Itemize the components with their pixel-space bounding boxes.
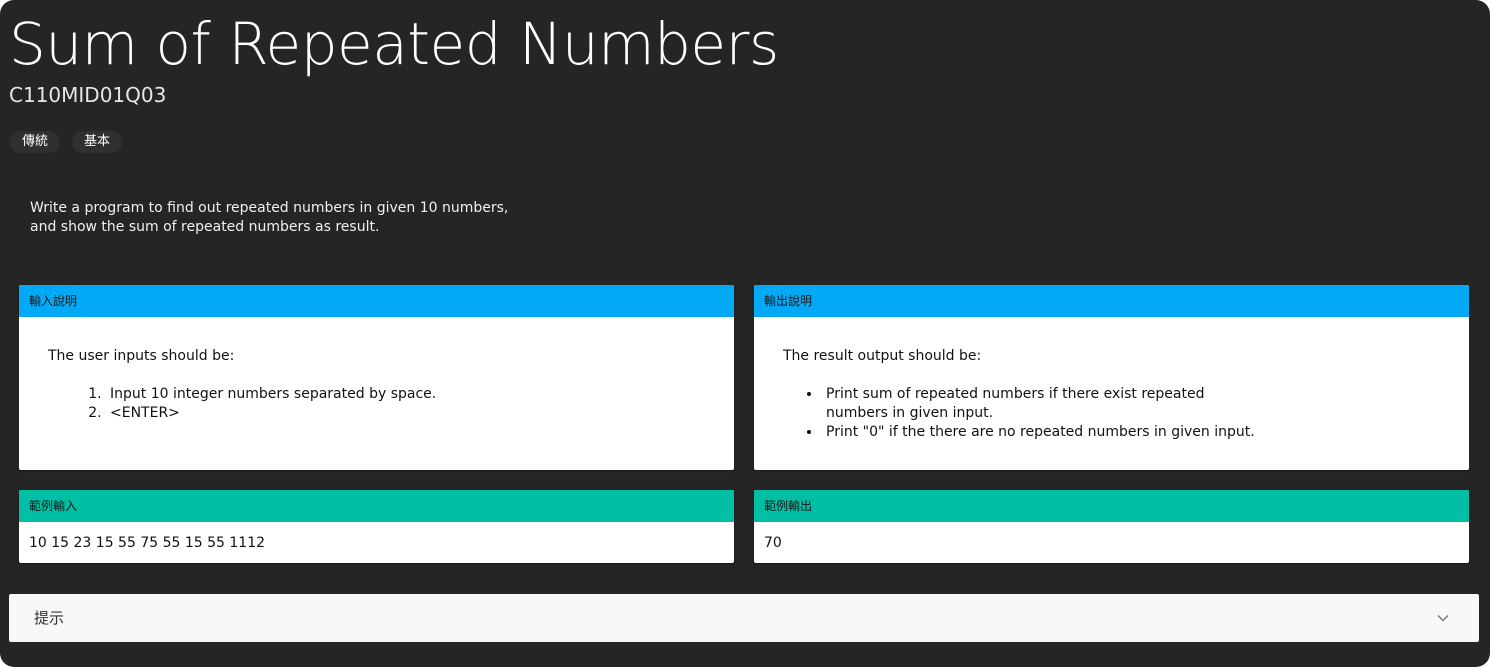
input-intro: The user inputs should be: [48, 348, 235, 364]
output-description-panel: 輸出說明 The result output should be: Print … [754, 285, 1469, 470]
output-intro: The result output should be: [783, 348, 982, 364]
input-description-header: 輸入說明 [19, 285, 734, 317]
sample-output-panel: 範例輸出 70 [754, 490, 1469, 563]
input-steps-list: Input 10 integer numbers separated by sp… [48, 385, 706, 423]
output-rule: Print sum of repeated numbers if there e… [822, 385, 1236, 423]
problem-code: C110MID01Q03 [9, 83, 167, 107]
chevron-down-icon[interactable] [1435, 610, 1451, 626]
hint-accordion[interactable]: 提示 [9, 594, 1479, 642]
problem-page: Sum of Repeated Numbers C110MID01Q03 傳統 … [0, 0, 1490, 667]
input-description-body: The user inputs should be: Input 10 inte… [19, 317, 734, 423]
output-description-header: 輸出說明 [754, 285, 1469, 317]
sample-input-value: 10 15 23 15 55 75 55 15 55 1112 [29, 535, 266, 551]
tag-basic[interactable]: 基本 [72, 131, 123, 153]
sample-input-panel: 範例輸入 10 15 23 15 55 75 55 15 55 1112 [19, 490, 734, 563]
tag-list: 傳統 基本 [10, 131, 123, 153]
input-description-panel: 輸入說明 The user inputs should be: Input 10… [19, 285, 734, 470]
input-step: <ENTER> [106, 404, 706, 423]
problem-description: Write a program to find out repeated num… [30, 200, 509, 235]
sample-output-header: 範例輸出 [754, 490, 1469, 522]
sample-input-header: 範例輸入 [19, 490, 734, 522]
output-rule: Print "0" if the there are no repeated n… [822, 423, 1441, 442]
input-step: Input 10 integer numbers separated by sp… [106, 385, 706, 404]
page-title: Sum of Repeated Numbers [9, 10, 779, 78]
tag-traditional[interactable]: 傳統 [10, 131, 61, 153]
output-rules-list: Print sum of repeated numbers if there e… [783, 385, 1441, 442]
output-description-body: The result output should be: Print sum o… [754, 317, 1469, 442]
hint-label: 提示 [34, 609, 65, 627]
sample-output-value: 70 [764, 535, 782, 551]
